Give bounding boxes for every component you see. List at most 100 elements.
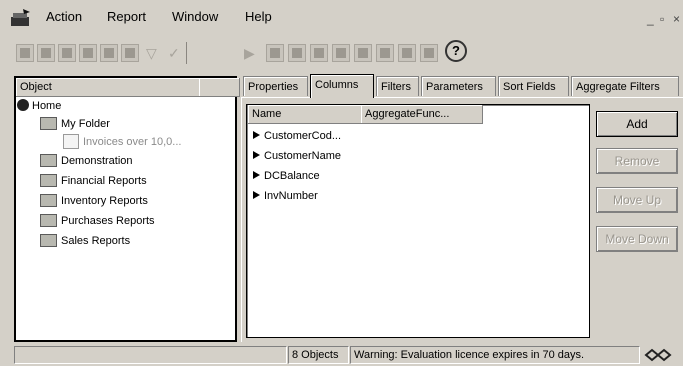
move-down-button[interactable]: Move Down: [596, 226, 678, 252]
toolbar-button-3[interactable]: [58, 44, 76, 62]
properties-icon: [62, 48, 72, 58]
aggregate-column-header[interactable]: AggregateFunc...: [361, 105, 483, 124]
tab-aggregate-filters[interactable]: Aggregate Filters: [571, 76, 679, 96]
list-item-label: InvNumber: [264, 190, 318, 202]
toolbar-button-2[interactable]: [37, 44, 55, 62]
move-up-button[interactable]: Move Up: [596, 187, 678, 213]
list-item-label: CustomerName: [264, 150, 342, 162]
tree-item-my-folder[interactable]: My Folder: [40, 115, 110, 133]
menubar: Action Report Window Help _ ▫ ×: [0, 0, 683, 36]
check-icon[interactable]: ✓: [168, 42, 180, 64]
tree-item-label: Invoices over 10,0...: [83, 136, 182, 148]
filter-icon[interactable]: ▽: [146, 42, 157, 64]
find-icon: [314, 48, 324, 58]
close-icon[interactable]: ×: [673, 12, 680, 26]
globe-icon: [17, 99, 29, 112]
toolbar-button-12[interactable]: [354, 44, 372, 62]
print-icon: [292, 48, 302, 58]
tree-item-label: My Folder: [61, 118, 110, 130]
toolbar-button-10[interactable]: [310, 44, 328, 62]
report-icon: [63, 133, 79, 149]
menu-report[interactable]: Report: [107, 9, 146, 24]
app-icon: [10, 9, 32, 27]
list-item[interactable]: DCBalance: [253, 167, 320, 185]
toolbar-button-15[interactable]: [420, 44, 438, 62]
tree-item-label: Home: [32, 100, 62, 112]
image-icon: [424, 48, 434, 58]
folder-icon: [40, 213, 57, 227]
toolbar: ▽ ✓ ▶ ?: [0, 36, 683, 70]
list-item-label: DCBalance: [264, 170, 320, 182]
folder-icon: [40, 173, 57, 187]
field-icon: [253, 171, 260, 180]
lock-icon: [358, 48, 368, 58]
list-item[interactable]: InvNumber: [253, 187, 318, 205]
toolbar-separator: [186, 42, 187, 64]
run-icon[interactable]: ▶: [244, 42, 255, 64]
move-icon: [104, 48, 114, 58]
field-icon: [253, 151, 260, 160]
preview-icon: [270, 48, 280, 58]
help-icon[interactable]: ?: [445, 40, 467, 62]
columns-list[interactable]: Name AggregateFunc... CustomerCod... Cus…: [246, 104, 590, 338]
toolbar-button-13[interactable]: [376, 44, 394, 62]
list-item-label: CustomerCod...: [264, 130, 342, 142]
stop-icon: [20, 48, 30, 58]
list-item[interactable]: CustomerCod...: [253, 127, 341, 145]
name-column-header[interactable]: Name: [248, 105, 366, 124]
menu-help[interactable]: Help: [245, 9, 272, 24]
toolbar-button-11[interactable]: [332, 44, 350, 62]
tab-parameters[interactable]: Parameters: [421, 76, 496, 96]
add-button[interactable]: Add: [596, 111, 678, 137]
object-count: 8 Objects: [288, 346, 349, 364]
tab-columns[interactable]: Columns: [310, 74, 374, 98]
tree-item-label: Financial Reports: [61, 175, 147, 187]
folder-icon: [40, 153, 57, 167]
menu-window[interactable]: Window: [172, 9, 218, 24]
unlock-icon: [380, 48, 390, 58]
toolbar-button-8[interactable]: [266, 44, 284, 62]
tab-properties[interactable]: Properties: [243, 76, 308, 96]
field-icon: [253, 131, 260, 140]
folder-icon: [40, 193, 57, 207]
toolbar-button-1[interactable]: [16, 44, 34, 62]
folder-icon: [40, 116, 57, 130]
list-item[interactable]: CustomerName: [253, 147, 341, 165]
remove-button[interactable]: Remove: [596, 148, 678, 174]
tree-item-label: Sales Reports: [61, 235, 131, 247]
statusbar: 8 Objects Warning: Evaluation licence ex…: [0, 344, 683, 366]
tree-item-inventory-reports[interactable]: Inventory Reports: [40, 192, 148, 210]
tree-item-invoices[interactable]: Invoices over 10,0...: [63, 133, 181, 151]
tree-icon: [336, 48, 346, 58]
delete-icon: [41, 48, 51, 58]
tree-item-purchases-reports[interactable]: Purchases Reports: [40, 212, 155, 230]
tree-item-financial-reports[interactable]: Financial Reports: [40, 172, 147, 190]
tree-item-home[interactable]: Home: [17, 97, 61, 115]
toolbar-button-6[interactable]: [121, 44, 139, 62]
tree-item-label: Purchases Reports: [61, 215, 155, 227]
status-logo-icon: [644, 347, 672, 363]
tab-sort-fields[interactable]: Sort Fields: [498, 76, 569, 96]
field-icon: [253, 191, 260, 200]
object-column-header[interactable]: Object: [16, 78, 204, 97]
menu-action[interactable]: Action: [46, 9, 82, 24]
tree-item-label: Inventory Reports: [61, 195, 148, 207]
toolbar-button-9[interactable]: [288, 44, 306, 62]
licence-warning: Warning: Evaluation licence expires in 7…: [350, 346, 640, 364]
truck-icon: [125, 48, 135, 58]
tree-item-label: Demonstration: [61, 155, 133, 167]
folder-icon: [40, 233, 57, 247]
tree-item-demonstration[interactable]: Demonstration: [40, 152, 133, 170]
minimize-icon[interactable]: _: [647, 12, 654, 26]
toolbar-button-4[interactable]: [79, 44, 97, 62]
restore-icon[interactable]: ▫: [660, 12, 664, 26]
toolbar-button-14[interactable]: [398, 44, 416, 62]
object-tree-pane: Object Home My Folder Invoices over 10,0…: [14, 76, 240, 342]
tab-filters[interactable]: Filters: [376, 76, 419, 96]
tree-item-sales-reports[interactable]: Sales Reports: [40, 232, 130, 250]
status-cell-blank: [14, 346, 287, 364]
help-page-icon: [83, 48, 93, 58]
toolbar-button-5[interactable]: [100, 44, 118, 62]
column-header-blank[interactable]: [199, 78, 240, 97]
chart-icon: [402, 48, 412, 58]
